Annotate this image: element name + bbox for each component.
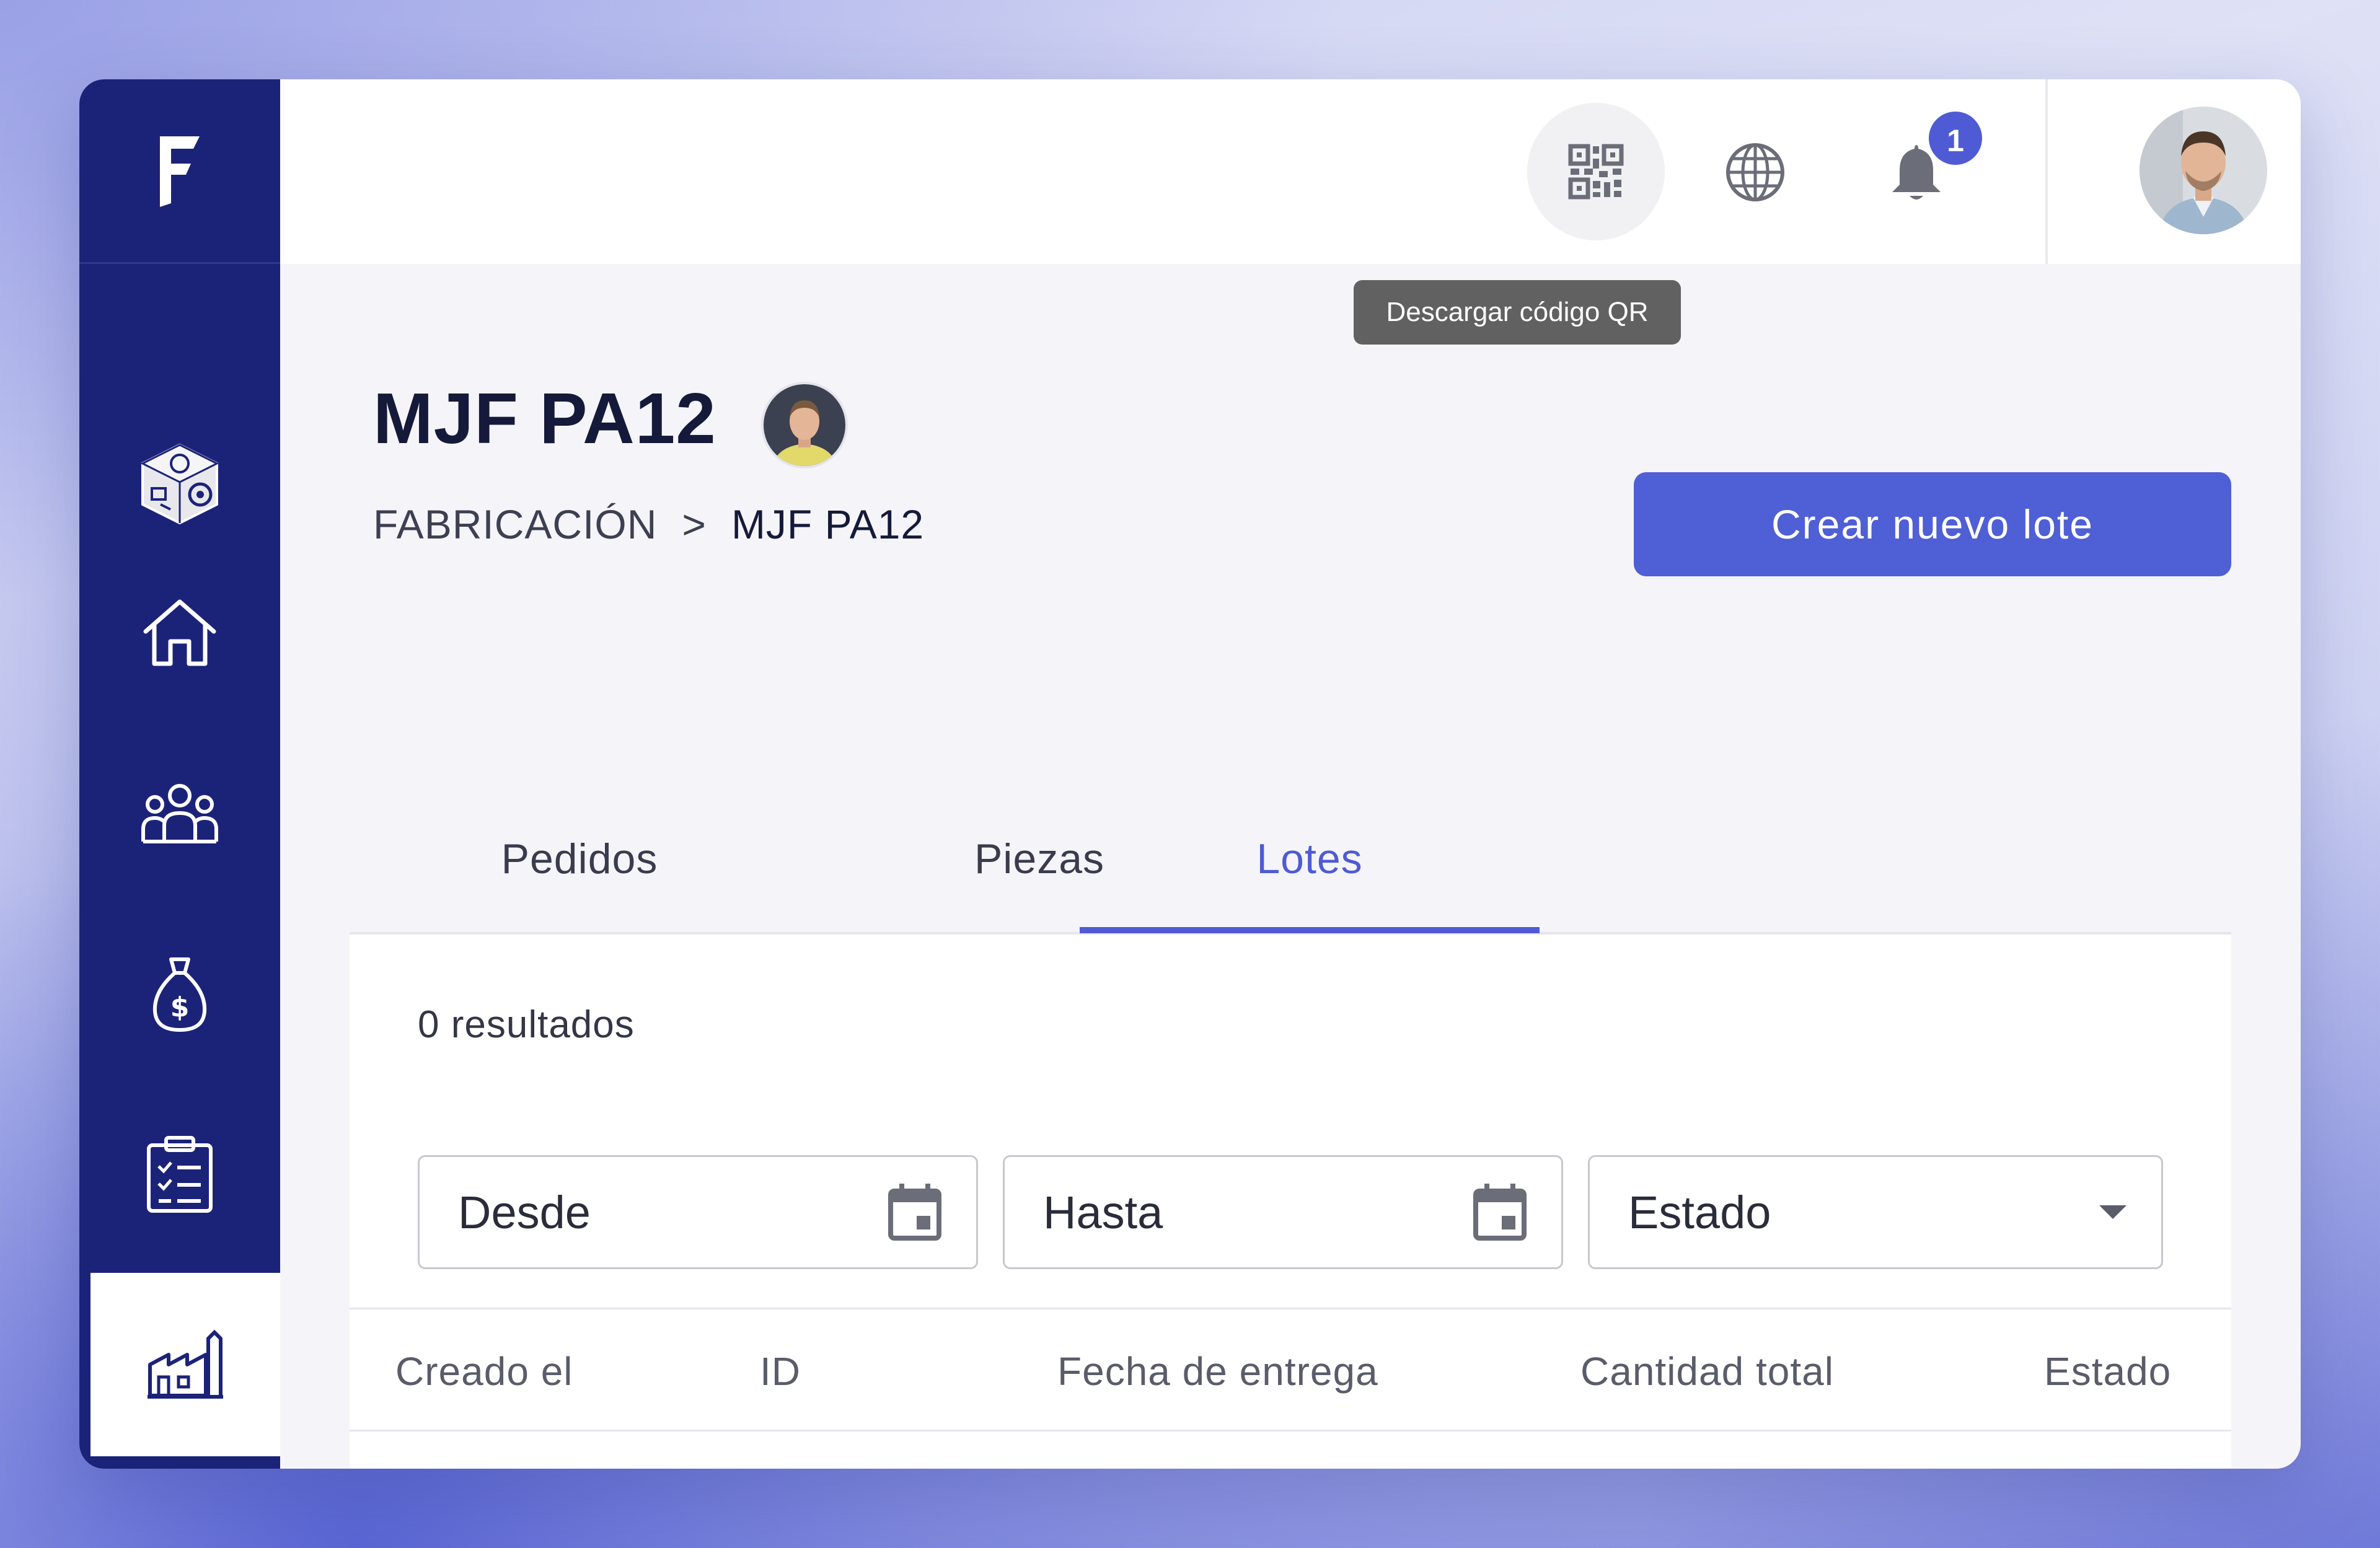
results-count: 0 resultados (418, 1003, 635, 1046)
date-from-field[interactable]: Desde (418, 1155, 978, 1269)
tabs: Pedidos Piezas Lotes (350, 786, 2231, 935)
money-bag-icon: $ (152, 957, 207, 1032)
owner-avatar[interactable] (761, 382, 848, 468)
create-batch-button[interactable]: Crear nuevo lote (1634, 472, 2231, 576)
sidebar-item-checklist[interactable] (79, 1084, 280, 1264)
page-range: 0-0 de 0 (1478, 1462, 1624, 1469)
sidebar: $ (79, 79, 280, 1469)
logo-f-icon (160, 136, 200, 207)
sidebar-item-team[interactable] (79, 724, 280, 904)
svg-text:$: $ (170, 992, 190, 1023)
column-created[interactable]: Creado el (395, 1309, 573, 1433)
calendar-icon[interactable] (1472, 1182, 1528, 1242)
chevron-down-icon (2099, 1205, 2127, 1219)
user-photo (2140, 107, 2267, 234)
active-tab-indicator (1080, 927, 1540, 933)
qr-code-button[interactable] (1527, 103, 1665, 240)
date-from-label: Desde (458, 1186, 591, 1238)
batches-panel: 0 resultados Desde Hasta Estado Creado e… (350, 935, 2231, 1469)
home-icon (143, 599, 216, 666)
date-to-field[interactable]: Hasta (1003, 1155, 1563, 1269)
tab-lotes[interactable]: Lotes (1080, 786, 1540, 932)
date-to-label: Hasta (1043, 1186, 1163, 1238)
app-logo[interactable] (79, 79, 280, 264)
breadcrumb-parent[interactable]: FABRICACIÓN (373, 501, 657, 548)
column-total-quantity[interactable]: Cantidad total (1580, 1309, 1834, 1433)
tab-pedidos[interactable]: Pedidos (350, 786, 809, 932)
app-window: $ 1 Descargar código QR MJF PA12 FABRICA… (79, 79, 2301, 1469)
qr-code-icon (1568, 144, 1624, 200)
table-header: Creado el ID Fecha de entrega Cantidad t… (350, 1308, 2231, 1431)
globe-icon (1726, 143, 1784, 201)
user-avatar[interactable] (2140, 107, 2267, 234)
cube-gear-icon (140, 443, 219, 525)
page-title: MJF PA12 (373, 378, 716, 459)
qr-tooltip: Descargar código QR (1354, 280, 1681, 345)
column-id[interactable]: ID (760, 1309, 801, 1433)
column-status[interactable]: Estado (2044, 1309, 2171, 1433)
factory-icon (148, 1329, 223, 1399)
sidebar-item-finance[interactable]: $ (79, 905, 280, 1084)
owner-photo (764, 384, 845, 466)
breadcrumb: FABRICACIÓN > MJF PA12 (373, 501, 924, 548)
status-select[interactable]: Estado (1588, 1155, 2163, 1269)
users-icon (141, 784, 218, 843)
topbar-divider (2045, 79, 2048, 264)
breadcrumb-separator: > (682, 501, 707, 547)
topbar: 1 (280, 79, 2301, 264)
status-select-label: Estado (1628, 1186, 1771, 1238)
notification-badge: 1 (1926, 109, 1985, 167)
sidebar-item-home[interactable] (79, 543, 280, 723)
clipboard-icon (147, 1136, 213, 1213)
pagination: Filas por página: 10 0-0 de 0 (350, 1431, 2231, 1469)
calendar-icon[interactable] (887, 1182, 943, 1242)
language-button[interactable] (1699, 117, 1811, 228)
breadcrumb-current: MJF PA12 (731, 501, 925, 547)
column-delivery-date[interactable]: Fecha de entrega (1057, 1309, 1378, 1433)
sidebar-item-manufacturing[interactable] (90, 1273, 280, 1456)
rows-per-page-select[interactable]: 10 (1302, 1467, 1336, 1469)
